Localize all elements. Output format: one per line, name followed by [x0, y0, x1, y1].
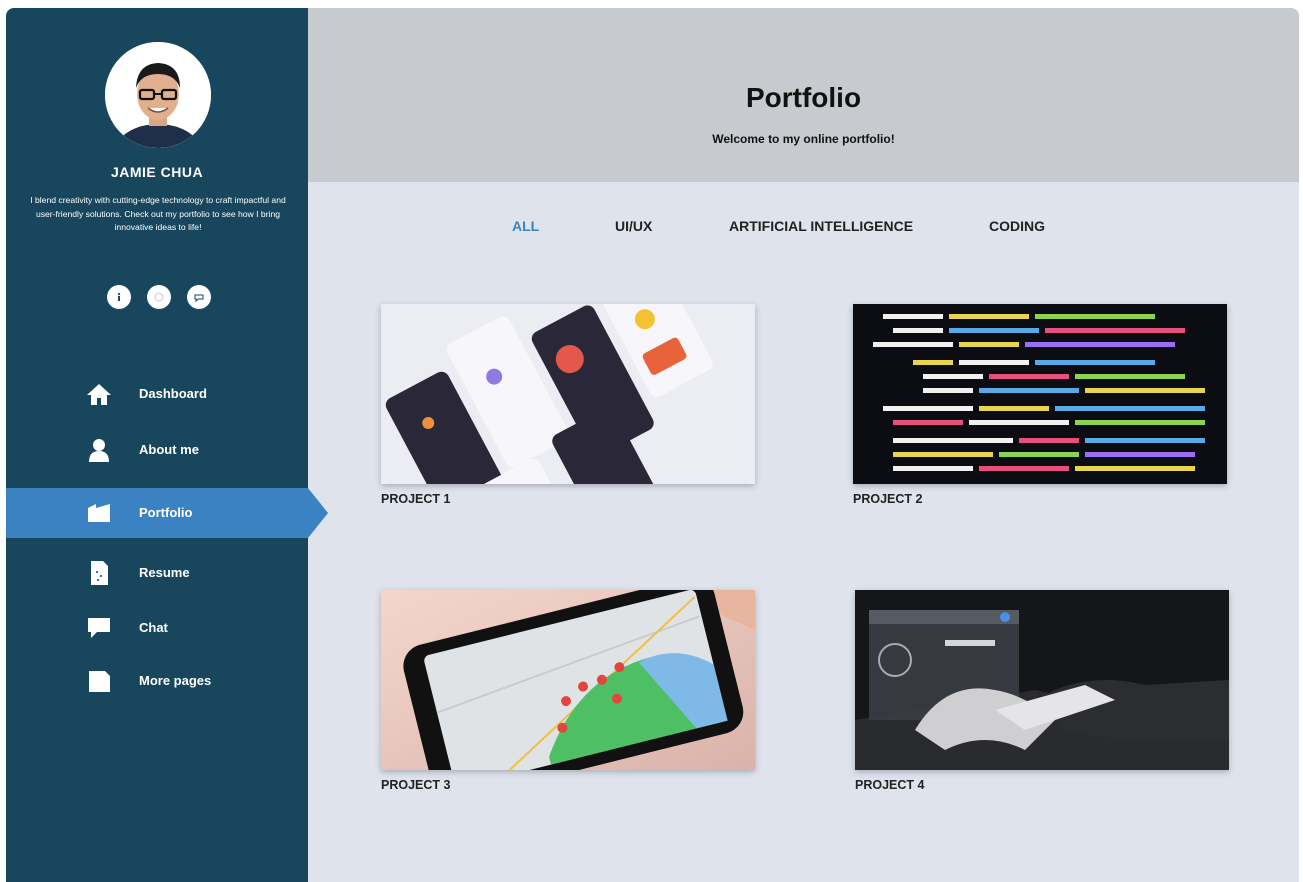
project-card-3[interactable]: PROJECT 3	[381, 590, 755, 792]
globe-icon[interactable]	[147, 285, 171, 309]
chat-icon	[88, 618, 110, 638]
sidebar-item-label: Resume	[139, 565, 190, 580]
home-icon	[87, 384, 111, 405]
page-icon	[89, 671, 110, 692]
filter-tab-artificial-intelligence[interactable]: ARTIFICIAL INTELLIGENCE	[729, 218, 913, 234]
sidebar-item-label: Portfolio	[139, 505, 193, 520]
info-icon[interactable]	[107, 285, 131, 309]
filter-tab-all[interactable]: ALL	[512, 218, 539, 234]
sidebar-item-label: About me	[139, 442, 199, 457]
sidebar-item-label: More pages	[139, 673, 212, 688]
sidebar: JAMIE CHUA I blend creativity with cutti…	[6, 8, 328, 882]
sidebar-item-portfolio[interactable]: Portfolio	[6, 488, 308, 538]
app-window: JAMIE CHUA I blend creativity with cutti…	[6, 8, 1299, 882]
active-indicator	[308, 488, 328, 538]
filter-tab-coding[interactable]: CODING	[989, 218, 1045, 234]
profile-name: JAMIE CHUA	[110, 164, 204, 180]
page-header: Portfolio Welcome to my online portfolio…	[308, 8, 1299, 182]
user-icon	[89, 439, 109, 462]
project-card-4[interactable]: PROJECT 4	[855, 590, 1229, 792]
sidebar-item-about[interactable]: About me	[6, 425, 308, 475]
filter-tab-ui-ux[interactable]: UI/UX	[615, 218, 652, 234]
project-title: PROJECT 2	[853, 492, 923, 506]
project-card-2[interactable]: PROJECT 2	[853, 304, 1227, 506]
project-title: PROJECT 3	[381, 778, 451, 792]
sidebar-item-resume[interactable]: Resume	[6, 548, 308, 598]
project-card-1[interactable]: PROJECT 1	[381, 304, 755, 506]
social-links	[107, 285, 211, 309]
sidebar-item-label: Dashboard	[139, 386, 207, 401]
folder-icon	[88, 504, 110, 522]
sidebar-item-dashboard[interactable]: Dashboard	[6, 369, 308, 419]
project-thumbnail[interactable]	[381, 590, 755, 770]
sidebar-item-label: Chat	[139, 620, 168, 635]
project-thumbnail[interactable]	[855, 590, 1229, 770]
page-title: Portfolio	[745, 82, 862, 113]
project-title: PROJECT 4	[855, 778, 925, 792]
avatar-image	[105, 42, 211, 148]
sidebar-item-chat[interactable]: Chat	[6, 603, 308, 653]
profile-bio: I blend creativity with cutting-edge tec…	[30, 195, 286, 232]
project-thumbnail[interactable]	[853, 304, 1227, 484]
message-icon[interactable]	[187, 285, 211, 309]
document-icon	[91, 561, 108, 585]
page-subtitle: Welcome to my online portfolio!	[712, 132, 895, 146]
avatar	[105, 42, 211, 148]
project-title: PROJECT 1	[381, 492, 451, 506]
sidebar-item-more-pages[interactable]: More pages	[6, 656, 308, 706]
project-thumbnail[interactable]	[381, 304, 755, 484]
